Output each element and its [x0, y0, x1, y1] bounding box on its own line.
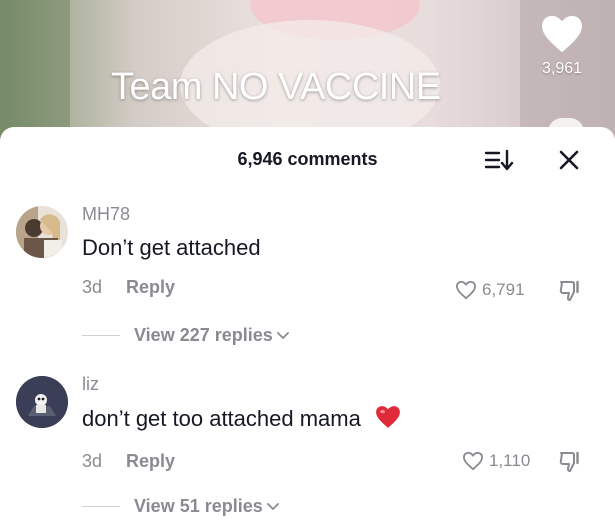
like-outline-icon [455, 280, 477, 300]
chevron-down-icon [276, 331, 289, 339]
comments-sheet: 6,946 comments MH78 Don’t get attached 3… [0, 127, 615, 523]
chevron-down-icon [266, 502, 279, 510]
avatar[interactable] [16, 206, 68, 258]
divider-line [82, 506, 120, 507]
video-like-count: 3,961 [541, 60, 583, 77]
comment-like-button[interactable]: 6,791 [455, 280, 525, 300]
dislike-icon [559, 451, 579, 472]
comment-text: Don’t get attached [82, 235, 261, 260]
heart-icon [542, 15, 582, 53]
comment-dislike-button[interactable] [558, 450, 582, 479]
comment-body: MH78 Don’t get attached 3d Reply [82, 204, 261, 298]
sort-icon [484, 149, 514, 171]
view-replies-button[interactable]: View 51 replies [82, 496, 279, 517]
comment-dislike-button[interactable] [558, 279, 582, 308]
comment-age: 3d [82, 451, 103, 471]
comment-like-count: 6,791 [482, 280, 525, 299]
view-replies-label: View 51 replies [134, 496, 263, 516]
comment-text: don’t get too attached mama [82, 405, 401, 435]
close-icon [559, 150, 579, 170]
comment-username[interactable]: liz [82, 374, 401, 395]
like-outline-icon [462, 451, 484, 471]
video-caption: Team NO VACCINE [111, 66, 441, 108]
close-button[interactable] [556, 147, 582, 173]
reply-button[interactable]: Reply [126, 451, 175, 472]
comment-item: liz don’t get too attached mama 3d Reply… [0, 372, 615, 522]
comment-username[interactable]: MH78 [82, 204, 261, 225]
comments-count-title: 6,946 comments [237, 149, 378, 169]
comment-meta: 3d Reply [82, 277, 261, 298]
comments-header: 6,946 comments [0, 127, 615, 187]
comment-like-button[interactable]: 1,110 [462, 451, 530, 471]
reply-button[interactable]: Reply [126, 277, 175, 298]
comment-text-content: don’t get too attached mama [82, 406, 361, 431]
view-replies-button[interactable]: View 227 replies [82, 325, 289, 346]
comment-like-count: 1,110 [489, 451, 531, 470]
dislike-icon [559, 280, 579, 301]
avatar[interactable] [16, 376, 68, 428]
divider-line [82, 335, 120, 336]
sort-button[interactable] [484, 149, 514, 171]
comment-item: MH78 Don’t get attached 3d Reply 6,791 V… [0, 202, 615, 352]
video-like-button[interactable]: 3,961 [537, 14, 587, 78]
comment-age: 3d [82, 277, 103, 297]
view-replies-label: View 227 replies [134, 325, 273, 345]
red-heart-emoji-icon [375, 405, 401, 435]
comment-body: liz don’t get too attached mama 3d Reply [82, 374, 401, 472]
comment-meta: 3d Reply [82, 451, 401, 472]
